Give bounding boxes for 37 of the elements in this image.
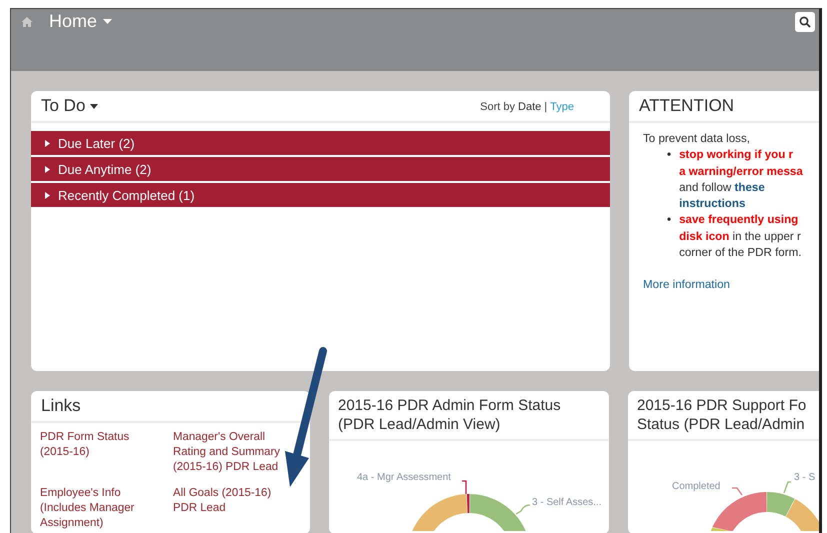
instructions-link[interactable]: these <box>734 180 765 194</box>
caret-icon <box>103 19 112 24</box>
search-button[interactable] <box>795 12 815 32</box>
chart-label: Completed <box>672 481 720 492</box>
report-link[interactable]: All Goals (2015-16) PDR Lead <box>173 486 285 516</box>
panel-title: ATTENTION <box>639 96 734 116</box>
sort-label: Sort by <box>480 101 516 113</box>
bullet-marker: • <box>667 147 672 164</box>
todo-menu[interactable]: To Do <box>41 96 98 116</box>
notice-item: stop working if you r a warning/error messa and follow these instructions <box>679 147 803 212</box>
search-icon <box>799 16 811 28</box>
todo-group[interactable]: Due Anytime (2) <box>31 157 610 181</box>
instructions-link[interactable]: instructions <box>679 197 746 210</box>
chart-title: (PDR Lead/Admin View) <box>338 415 502 434</box>
leader-line <box>462 480 467 494</box>
report-link[interactable]: Employee's Info (Includes Manager Assignment) <box>40 486 160 531</box>
report-link[interactable]: Manager's Overall Rating and Summary (2015-16) PDR Lead <box>173 430 285 475</box>
separator-text: | <box>544 101 548 113</box>
sort-option[interactable]: Date <box>518 101 542 113</box>
chart-label: 3 - S <box>794 472 816 483</box>
intro-text: To prevent data loss, <box>643 131 751 147</box>
chart-title: Status (PDR Lead/Admin <box>637 415 806 434</box>
todo-group[interactable]: Recently Completed (1) <box>31 183 610 207</box>
leader-line <box>732 487 743 496</box>
todo-group[interactable]: Due Later (2) <box>31 131 610 155</box>
leader-line <box>516 504 530 515</box>
leader-line <box>783 481 791 494</box>
caret-icon <box>90 104 98 108</box>
panel-title: Links <box>41 396 81 416</box>
more-information-link[interactable]: More information <box>643 277 730 294</box>
chart-title: 2015-16 PDR Support Fo <box>637 396 808 415</box>
chart-label: 3 - Self Asses... <box>532 497 602 508</box>
chart-title: 2015-16 PDR Admin Form Status <box>338 396 562 415</box>
bullet-marker: • <box>667 212 672 228</box>
report-link[interactable]: PDR Form Status (2015-16) <box>40 430 160 460</box>
chart-label: 4a - Mgr Assessment <box>357 472 451 483</box>
notice-item: save frequently using disk icon in the upper r corner of the PDR form. <box>679 212 802 262</box>
